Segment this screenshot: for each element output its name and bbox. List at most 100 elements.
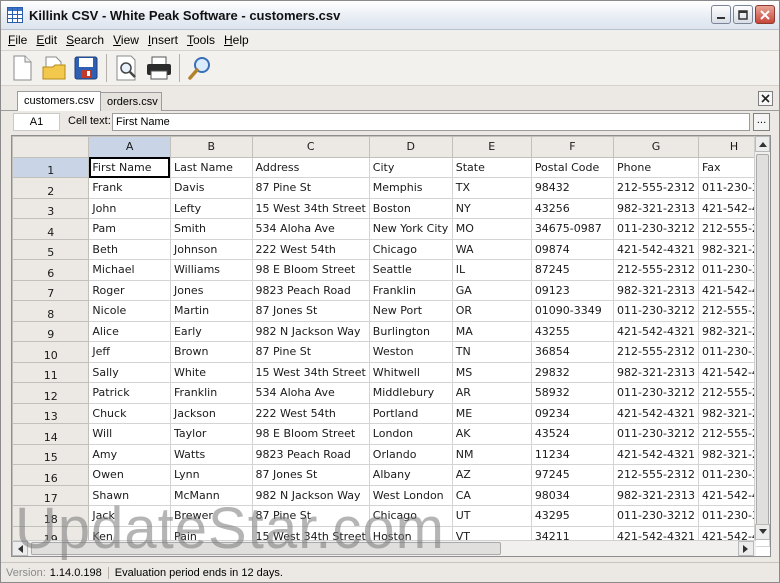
grid-cell[interactable]: IL [451, 259, 532, 281]
grid-cell[interactable]: Chicago [368, 238, 453, 260]
grid-cell[interactable]: 98034 [530, 484, 615, 506]
grid-cell[interactable]: 011-230-3212 [613, 423, 699, 445]
grid-cell[interactable]: Brown [169, 341, 253, 363]
grid-cell[interactable]: 98 E Bloom Street [251, 259, 370, 281]
grid-cell[interactable]: 982 N Jackson Way [251, 320, 370, 342]
grid-cell[interactable]: 43295 [530, 505, 615, 527]
row-header[interactable]: 8 [12, 300, 90, 322]
scroll-left-button[interactable] [12, 541, 28, 556]
grid-cell[interactable]: Will [88, 423, 171, 445]
grid-cell[interactable]: Orlando [368, 443, 453, 465]
grid-cell[interactable]: Albany [368, 464, 453, 486]
grid-cell[interactable]: Boston [368, 197, 453, 219]
grid-cell[interactable]: 43524 [530, 423, 615, 445]
grid-cell[interactable]: NY [451, 197, 532, 219]
grid-cell[interactable]: 982 N Jackson Way [251, 484, 370, 506]
minimize-button[interactable] [711, 5, 731, 24]
menu-file[interactable]: File [4, 33, 31, 47]
row-header[interactable]: 6 [12, 259, 90, 281]
grid-cell[interactable]: State [451, 156, 532, 178]
grid-cell[interactable]: 15 West 34th Street [251, 197, 370, 219]
horizontal-scrollbar[interactable] [12, 540, 756, 556]
grid-cell[interactable]: 421-542-4321 [613, 320, 699, 342]
grid-cell[interactable]: 97245 [530, 464, 615, 486]
grid-cell[interactable]: 421-542-4321 [613, 443, 699, 465]
grid-cell[interactable]: First Name [88, 156, 171, 178]
row-header[interactable]: 18 [12, 505, 90, 527]
grid-cell[interactable]: 011-230-3212 [613, 382, 699, 404]
grid-cell[interactable]: London [368, 423, 453, 445]
grid-cell[interactable]: West London [368, 484, 453, 506]
grid-cell[interactable]: 534 Aloha Ave [251, 382, 370, 404]
menu-view[interactable]: View [109, 33, 143, 47]
cell-reference-box[interactable]: A1 [13, 113, 60, 131]
grid-cell[interactable]: Weston [368, 341, 453, 363]
grid-cell[interactable]: Pam [88, 218, 171, 240]
grid-cell[interactable]: 87 Jones St [251, 464, 370, 486]
column-header-a[interactable]: A [88, 136, 171, 158]
grid-cell[interactable]: 212-555-2312 [613, 177, 699, 199]
grid-cell[interactable]: Williams [169, 259, 253, 281]
menu-insert[interactable]: Insert [144, 33, 182, 47]
grid-cell[interactable]: 011-230-3212 [613, 505, 699, 527]
save-button[interactable] [70, 52, 102, 84]
grid-cell[interactable]: McMann [169, 484, 253, 506]
row-header[interactable]: 1 [12, 156, 90, 178]
close-button[interactable] [755, 5, 775, 24]
grid-cell[interactable]: Watts [169, 443, 253, 465]
grid-cell[interactable]: Martin [169, 300, 253, 322]
spreadsheet-grid[interactable]: A B C D E F G H 1 First Name Last Name Address City S… [11, 135, 771, 557]
row-header[interactable]: 2 [12, 177, 90, 199]
grid-cell[interactable]: AZ [451, 464, 532, 486]
grid-cell[interactable]: 421-542-4321 [613, 238, 699, 260]
grid-cell[interactable]: MO [451, 218, 532, 240]
row-header[interactable]: 15 [12, 443, 90, 465]
grid-cell[interactable]: White [169, 361, 253, 383]
grid-cell[interactable]: Chicago [368, 505, 453, 527]
grid-cell[interactable]: WA [451, 238, 532, 260]
grid-cell[interactable]: Beth [88, 238, 171, 260]
menu-help[interactable]: Help [220, 33, 253, 47]
grid-cell[interactable]: CA [451, 484, 532, 506]
vertical-scrollbar[interactable] [754, 136, 770, 540]
grid-cell[interactable]: 34675-0987 [530, 218, 615, 240]
maximize-button[interactable] [733, 5, 753, 24]
tab-customers[interactable]: customers.csv [17, 91, 101, 111]
grid-cell[interactable]: 87245 [530, 259, 615, 281]
row-header[interactable]: 17 [12, 484, 90, 506]
grid-cell[interactable]: Patrick [88, 382, 171, 404]
grid-cell[interactable]: 982-321-2313 [613, 484, 699, 506]
column-header-f[interactable]: F [530, 136, 615, 158]
column-header-b[interactable]: B [169, 136, 253, 158]
grid-cell[interactable]: Michael [88, 259, 171, 281]
grid-cell[interactable]: Alice [88, 320, 171, 342]
grid-cell[interactable]: Owen [88, 464, 171, 486]
grid-cell[interactable]: Whitwell [368, 361, 453, 383]
grid-cell[interactable]: Jackson [169, 402, 253, 424]
row-header[interactable]: 9 [12, 320, 90, 342]
grid-cell[interactable]: 011-230-3212 [613, 300, 699, 322]
grid-cell[interactable]: 9823 Peach Road [251, 443, 370, 465]
grid-cell[interactable]: Jack [88, 505, 171, 527]
grid-cell[interactable]: NM [451, 443, 532, 465]
grid-cell[interactable]: Early [169, 320, 253, 342]
open-button[interactable] [38, 52, 70, 84]
menu-edit[interactable]: Edit [32, 33, 61, 47]
grid-cell[interactable]: 09234 [530, 402, 615, 424]
grid-cell[interactable]: 11234 [530, 443, 615, 465]
row-header[interactable]: 5 [12, 238, 90, 260]
grid-cell[interactable]: Shawn [88, 484, 171, 506]
grid-cell[interactable]: Franklin [169, 382, 253, 404]
grid-cell[interactable]: MS [451, 361, 532, 383]
grid-corner[interactable] [12, 136, 90, 158]
grid-cell[interactable]: UT [451, 505, 532, 527]
grid-cell[interactable]: TX [451, 177, 532, 199]
menu-tools[interactable]: Tools [183, 33, 219, 47]
row-header[interactable]: 3 [12, 197, 90, 219]
cell-text-input[interactable]: First Name [112, 113, 750, 131]
grid-cell[interactable]: OR [451, 300, 532, 322]
horizontal-scroll-thumb[interactable] [31, 542, 501, 555]
row-header[interactable]: 7 [12, 279, 90, 301]
grid-cell[interactable]: MA [451, 320, 532, 342]
grid-cell[interactable]: New York City [368, 218, 453, 240]
